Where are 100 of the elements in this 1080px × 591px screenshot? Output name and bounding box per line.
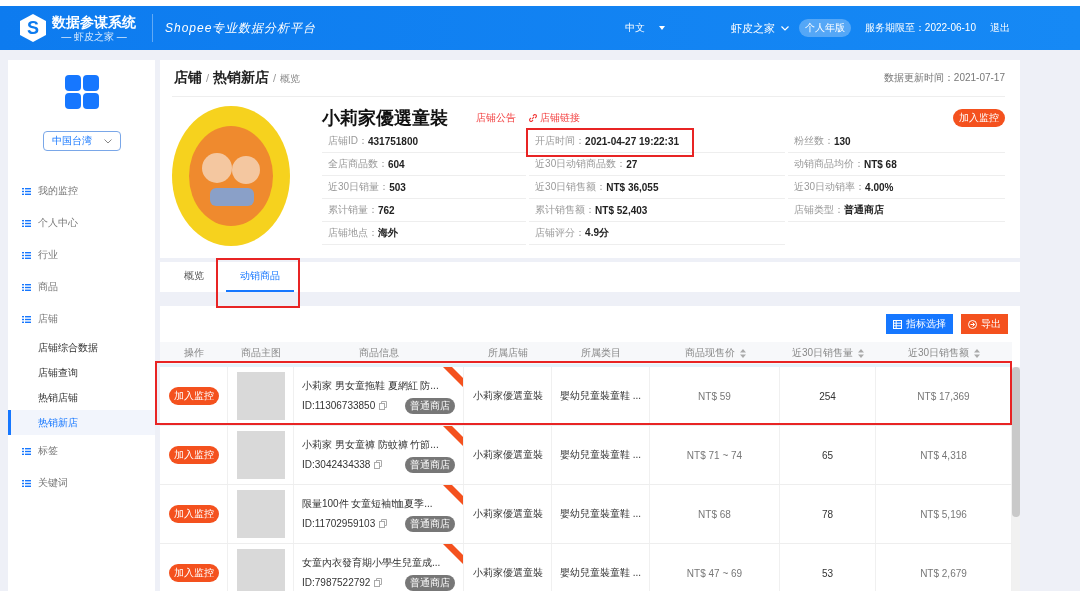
column-header: 商品信息 xyxy=(359,346,399,360)
menu-item[interactable]: 我的监控 xyxy=(8,175,155,207)
info-label: 粉丝数： xyxy=(793,134,834,148)
service-expiry: 服务期限至：2022-06-10 xyxy=(864,21,976,35)
info-label: 累计销售额： xyxy=(535,203,596,217)
info-label: 近30日动销率： xyxy=(793,180,866,194)
list-icon xyxy=(22,283,31,291)
product-id: ID:7987522792 xyxy=(302,577,371,588)
copy-icon[interactable] xyxy=(379,519,388,528)
update-time: 数据更新时间：2021-07-17 xyxy=(883,71,1005,85)
list-icon xyxy=(22,187,31,195)
language-select[interactable]: 中文 xyxy=(624,21,665,35)
breadcrumb-link[interactable]: 热销新店 xyxy=(213,69,270,87)
region-select[interactable]: 中国台湾 xyxy=(42,131,121,151)
price-cell: NT$ 71 ~ 74 xyxy=(650,426,780,484)
list-icon xyxy=(22,479,31,487)
app-title: 数据参谋系统 xyxy=(52,14,136,31)
info-value: 27 xyxy=(626,158,638,170)
caret-icon xyxy=(658,26,665,30)
info-value: NT$ 68 xyxy=(863,158,897,170)
info-value: 130 xyxy=(833,135,851,147)
shop-link[interactable]: 店铺链接 xyxy=(528,111,580,125)
column-header: 商品主图 xyxy=(241,346,281,360)
product-title[interactable]: 小莉家 男女童褲 防蚊褲 竹節... xyxy=(302,437,455,452)
category-cell: 嬰幼兒童裝童鞋 ... xyxy=(552,544,650,591)
store-cell: 小莉家優選童裝 xyxy=(464,485,552,543)
photo-placeholder xyxy=(236,549,285,591)
submenu-item[interactable]: 店铺综合数据 xyxy=(8,335,155,360)
export-icon xyxy=(968,319,977,329)
chevron-down-icon xyxy=(103,138,112,144)
copy-icon[interactable] xyxy=(374,578,383,587)
column-header: 商品现售价 xyxy=(684,346,735,360)
menu-item[interactable]: 标签 xyxy=(8,435,155,467)
breadcrumb-link[interactable]: 店铺 xyxy=(174,69,202,87)
info-label: 近30日销售额： xyxy=(535,180,607,194)
product-title[interactable]: 小莉家 男女童拖鞋 夏網紅 防... xyxy=(302,378,455,393)
info-label: 店铺ID： xyxy=(328,134,368,148)
add-monitor-button[interactable]: 加入监控 xyxy=(168,505,219,523)
menu-item[interactable]: 商品 xyxy=(8,271,155,303)
corner-ribbon-icon xyxy=(443,426,463,446)
logout-link[interactable]: 退出 xyxy=(990,21,1010,35)
sort-icon[interactable] xyxy=(739,348,746,358)
scrollbar-track[interactable] xyxy=(1012,367,1020,591)
copy-icon[interactable] xyxy=(379,401,388,410)
info-label: 全店商品数： xyxy=(328,157,388,171)
copy-icon[interactable] xyxy=(374,460,383,469)
notice-link[interactable]: 店铺公告 xyxy=(476,111,516,125)
submenu-item[interactable]: 店铺查询 xyxy=(8,360,155,385)
slogan: Shopee专业数据分析平台 xyxy=(165,19,317,37)
store-cell: 小莉家優選童裝 xyxy=(464,367,552,425)
info-label: 店铺类型： xyxy=(793,203,844,217)
scrollbar-thumb[interactable] xyxy=(1012,367,1020,517)
sort-icon[interactable] xyxy=(974,348,981,358)
sort-icon[interactable] xyxy=(858,348,865,358)
breadcrumb-separator: / xyxy=(273,72,277,84)
add-monitor-button[interactable]: 加入监控 xyxy=(168,387,219,405)
photo-placeholder xyxy=(236,431,285,479)
add-monitor-button[interactable]: 加入监控 xyxy=(953,109,1005,127)
breadcrumb-current: 概览 xyxy=(280,72,301,86)
add-monitor-button[interactable]: 加入监控 xyxy=(168,446,219,464)
list-icon xyxy=(22,251,31,259)
column-picker-button[interactable]: 指标选择 xyxy=(886,314,953,334)
info-label: 近30日销量： xyxy=(328,180,390,194)
product-title[interactable]: 女童內衣發育期小學生兒童成... xyxy=(302,555,455,570)
price-cell: NT$ 68 xyxy=(650,485,780,543)
info-value: NT$ 36,055 xyxy=(606,181,659,193)
add-monitor-button[interactable]: 加入监控 xyxy=(168,564,219,582)
product-title[interactable]: 限量100件 女童短袖t恤夏季... xyxy=(302,496,455,511)
column-header: 近30日销售额 xyxy=(907,346,970,360)
info-label: 店铺评分： xyxy=(535,226,586,240)
info-label: 开店时间： xyxy=(535,134,586,148)
grid-icon[interactable] xyxy=(64,75,99,109)
column-header: 操作 xyxy=(184,346,204,360)
sales-count-cell: 65 xyxy=(780,426,876,484)
info-value: 4.9分 xyxy=(585,226,609,240)
store-cell: 小莉家優選童裝 xyxy=(464,544,552,591)
chevron-down-icon xyxy=(780,25,789,31)
store-cell: 小莉家優選童裝 xyxy=(464,426,552,484)
submenu-item[interactable]: 热销店铺 xyxy=(8,385,155,410)
menu-item[interactable]: 个人中心 xyxy=(8,207,155,239)
menu-item[interactable]: 店铺 xyxy=(8,303,155,335)
export-button[interactable]: 导出 xyxy=(961,314,1008,334)
price-cell: NT$ 59 xyxy=(650,367,780,425)
menu-item[interactable]: 关键词 xyxy=(8,467,155,499)
sales-count-cell: 78 xyxy=(780,485,876,543)
info-label: 动销商品均价： xyxy=(793,157,864,171)
corner-ribbon-icon xyxy=(443,485,463,505)
tab[interactable]: 概览 xyxy=(170,262,218,292)
product-id: ID:11702959103 xyxy=(302,518,376,529)
columns-icon xyxy=(893,319,902,329)
tab[interactable]: 动销商品 xyxy=(226,262,294,292)
info-value: 4.00% xyxy=(865,181,894,193)
info-value: 604 xyxy=(388,158,405,170)
corner-ribbon-icon xyxy=(443,367,463,387)
submenu-item[interactable]: 热销新店 xyxy=(8,410,155,435)
product-id: ID:11306733850 xyxy=(302,400,376,411)
account-menu[interactable]: 虾皮之家 xyxy=(730,20,789,36)
app-subtitle: — 虾皮之家 — xyxy=(61,31,127,42)
category-cell: 嬰幼兒童裝童鞋 ... xyxy=(552,367,650,425)
menu-item[interactable]: 行业 xyxy=(8,239,155,271)
